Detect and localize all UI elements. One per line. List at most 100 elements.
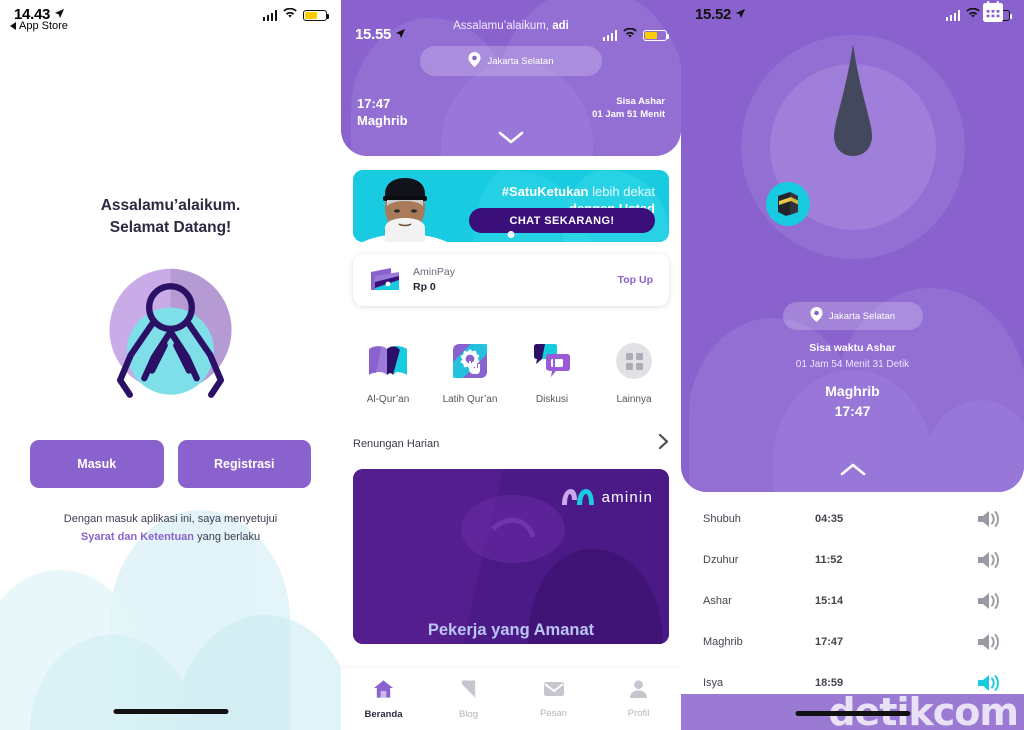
table-row[interactable]: Dzuhur 11:52 — [703, 539, 1002, 580]
rss-blog-icon — [459, 679, 478, 704]
chevron-right-icon[interactable] — [658, 433, 669, 455]
status-left: 15.52 — [695, 6, 746, 24]
quran-book-icon — [347, 340, 429, 382]
table-row[interactable]: Shubuh 04:35 — [703, 498, 1002, 539]
menu-item-latih-quran[interactable]: Latih Qur’an — [429, 340, 511, 405]
discussion-chat-icon — [511, 340, 593, 382]
chevron-up-icon[interactable] — [840, 463, 866, 482]
cellular-signal-icon — [945, 9, 960, 21]
back-triangle-icon — [10, 22, 16, 30]
menu-item-quran[interactable]: Al-Qur’an — [347, 340, 429, 405]
prayer-time: 04:35 — [815, 512, 844, 525]
menu-item-diskusi[interactable]: Diskusi — [511, 340, 593, 405]
speaker-icon[interactable] — [915, 549, 1002, 571]
tab-profil[interactable]: Profil — [596, 668, 681, 730]
phone-panel-home: 15.55 Assalamu’alaikum, adi Jakarta Sela… — [341, 0, 681, 730]
welcome-body: Assalamu’alaikum. Selamat Datang! Masuk … — [0, 30, 341, 546]
section-header-renungan[interactable]: Renungan Harian — [353, 433, 669, 455]
prayer-time: 15:14 — [815, 594, 844, 607]
status-left: 15.55 — [355, 26, 406, 44]
carousel-dot[interactable] — [507, 231, 515, 238]
location-label: Jakarta Selatan — [487, 55, 554, 67]
quick-menu-grid: Al-Qur’an Latih Qur’an Diskusi Lainnya — [347, 340, 675, 405]
table-row[interactable]: Maghrib 17:47 — [703, 621, 1002, 662]
auth-buttons: Masuk Registrasi — [0, 439, 341, 488]
battery-icon — [643, 29, 669, 41]
speaker-icon[interactable] — [915, 631, 1002, 653]
tab-pesan[interactable]: Pesan — [511, 668, 596, 730]
tab-label: Blog — [458, 708, 478, 720]
wallet-icon — [371, 268, 399, 290]
calendar-icon[interactable] — [982, 0, 1004, 28]
menu-item-label: Lainnya — [616, 394, 652, 405]
current-prayer: 17:47 Maghrib — [357, 96, 408, 130]
terms-prefix: Dengan masuk aplikasi ini, saya menyetuj… — [63, 512, 278, 525]
location-arrow-icon — [395, 26, 406, 44]
clock: 15.52 — [695, 6, 732, 23]
latih-quran-icon — [429, 340, 511, 382]
status-right — [262, 6, 329, 24]
screenshot-root: 14.43 App Store Assalamu’alaikum. Selama… — [0, 0, 1024, 730]
table-row[interactable]: Ashar 15:14 — [703, 580, 1002, 621]
qibla-card: 15.52 Jakarta Selatan Sisa waktu Ashar 0… — [681, 0, 1024, 492]
qibla-compass[interactable] — [738, 32, 968, 262]
title-line-1: Assalamu’alaikum. — [100, 197, 241, 214]
map-pin-icon — [810, 307, 823, 325]
prayer-name: Dzuhur — [703, 553, 739, 566]
qibla-info: Sisa waktu Ashar 01 Jam 54 Menit 31 Deti… — [681, 342, 1024, 421]
menu-item-lainnya[interactable]: Lainnya — [593, 340, 675, 405]
register-button[interactable]: Registrasi — [177, 439, 311, 488]
next-prayer-name: Maghrib — [825, 383, 880, 399]
terms-link[interactable]: Syarat dan Ketentuan — [81, 531, 194, 543]
prayer-times-list: Shubuh 04:35 Dzuhur 11:52 Ashar 15:14 Ma… — [681, 492, 1024, 703]
promo-banner[interactable]: #SatuKetukan lebih dekat dengan Ustad CH… — [353, 170, 669, 242]
wallet-name: AminPay — [413, 265, 456, 278]
aminin-logo-icon — [561, 489, 594, 505]
menu-item-label: Al-Qur’an — [366, 394, 410, 405]
terms-line-2: Syarat dan Ketentuan yang berlaku — [0, 528, 341, 546]
wifi-icon — [623, 26, 637, 44]
remaining-label: Sisa Ashar — [616, 96, 665, 108]
remaining-label: Sisa waktu Ashar — [809, 342, 896, 354]
page-title: Assalamu’alaikum. Selamat Datang! — [0, 195, 341, 240]
renungan-title: Pekerja yang Amanat — [427, 621, 595, 639]
remaining-block: Sisa Ashar 01 Jam 51 Menit — [592, 96, 665, 130]
tab-beranda[interactable]: Beranda — [341, 668, 426, 730]
tab-blog[interactable]: Blog — [426, 668, 511, 730]
aminpay-card[interactable]: AminPay Rp 0 Top Up — [353, 254, 669, 306]
chevron-down-icon[interactable] — [498, 131, 524, 150]
header-inner: 15.55 Assalamu’alaikum, adi Jakarta Sela… — [341, 20, 681, 76]
current-prayer-name: Maghrib — [357, 113, 408, 129]
prayer-time: 11:52 — [815, 553, 843, 566]
prayer-time: 17:47 — [815, 635, 844, 648]
current-prayer-time: 17:47 — [357, 96, 391, 112]
home-icon — [373, 679, 394, 704]
banner-hashtag: #SatuKetukan — [501, 184, 589, 199]
remaining-countdown: 01 Jam 54 Menit 31 Detik — [795, 359, 910, 370]
speaker-icon[interactable] — [915, 508, 1002, 530]
status-right — [602, 26, 669, 44]
section-title: Renungan Harian — [353, 438, 440, 450]
wallet-balance: Rp 0 — [413, 281, 436, 293]
login-button[interactable]: Masuk — [30, 439, 164, 488]
bottom-tab-bar: Beranda Blog Pesan Profil — [341, 668, 681, 730]
cellular-signal-icon — [262, 9, 277, 21]
terms-suffix: yang berlaku — [197, 531, 261, 544]
map-pin-icon — [468, 52, 481, 70]
location-label: Jakarta Selatan — [828, 310, 895, 322]
tab-label: Beranda — [364, 708, 403, 720]
chat-now-button[interactable]: CHAT SEKARANG! — [469, 208, 655, 233]
speaker-icon[interactable] — [915, 590, 1002, 612]
phone-panel-welcome: 14.43 App Store Assalamu’alaikum. Selama… — [0, 0, 341, 730]
home-indicator[interactable] — [795, 711, 910, 716]
location-pill[interactable]: Jakarta Selatan — [782, 302, 923, 330]
prayer-name: Ashar — [703, 594, 732, 607]
home-indicator[interactable] — [113, 709, 228, 714]
top-up-button[interactable]: Top Up — [618, 274, 653, 286]
clock: 15.55 — [355, 26, 392, 43]
renungan-card[interactable]: aminin Pekerja yang Amanat — [353, 469, 669, 644]
location-pill[interactable]: Jakarta Selatan — [420, 46, 602, 76]
status-bar: 15.52 — [681, 0, 1024, 30]
phone-panel-qibla: 15.52 Jakarta Selatan Sisa waktu Ashar 0… — [681, 0, 1024, 730]
header-prayer-row: 17:47 Maghrib Sisa Ashar 01 Jam 51 Menit — [341, 96, 681, 130]
